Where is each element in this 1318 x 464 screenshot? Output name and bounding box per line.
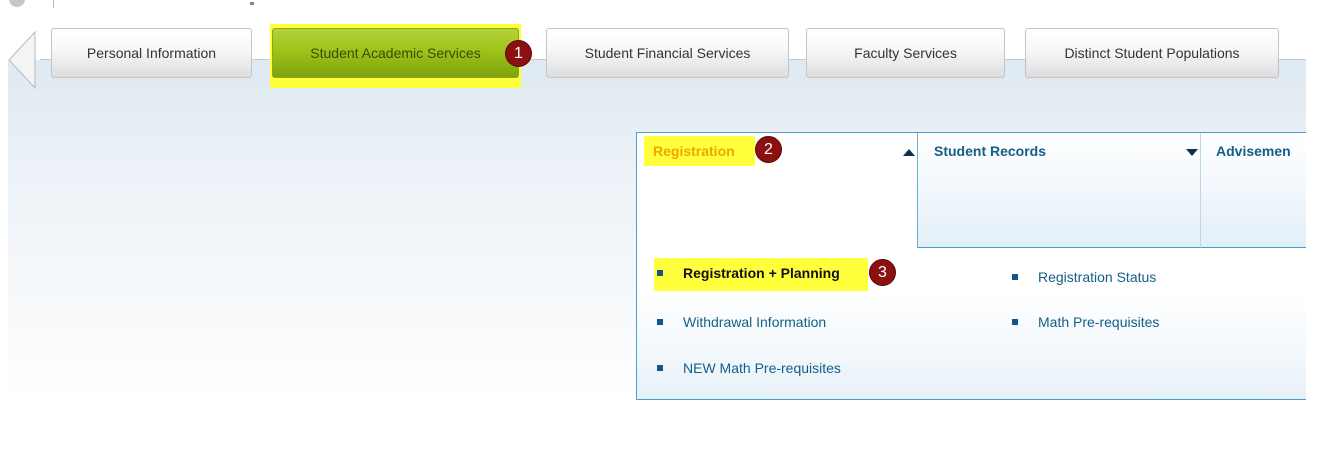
callout-badge-3: 3 — [869, 259, 896, 286]
menu-header-student-records[interactable]: Student Records — [918, 133, 1201, 248]
tab-label: Student Financial Services — [584, 45, 751, 61]
menu-link-withdrawal-information[interactable]: Withdrawal Information — [657, 314, 826, 330]
menu-link-label: Registration Status — [1038, 269, 1157, 285]
callout-badge-2: 2 — [755, 136, 782, 163]
menu-link-label: Withdrawal Information — [683, 314, 827, 330]
tab-personal-information[interactable]: Personal Information — [51, 28, 252, 78]
bullet-icon — [1012, 274, 1018, 280]
bullet-icon — [657, 319, 663, 325]
bullet-icon — [1012, 319, 1018, 325]
menu-link-label: Registration + Planning — [683, 265, 840, 281]
right-margin — [1306, 60, 1318, 464]
truncated-text-fragment — [250, 2, 254, 5]
top-strip — [0, 0, 1318, 14]
menu-link-label: Math Pre-requisites — [1038, 314, 1160, 330]
menu-link-registration-planning[interactable]: Registration + Planning — [657, 265, 840, 281]
tab-label: Student Academic Services — [310, 45, 481, 61]
circle-icon[interactable] — [9, 0, 25, 7]
tab-label: Personal Information — [86, 45, 217, 61]
tab-faculty-services[interactable]: Faculty Services — [806, 28, 1005, 78]
menu-link-math-prerequisites[interactable]: Math Pre-requisites — [1012, 314, 1159, 330]
divider — [53, 0, 54, 8]
caret-up-icon — [903, 149, 915, 156]
caret-down-icon — [1186, 149, 1198, 156]
menu-link-label: NEW Math Pre-requisites — [683, 360, 841, 376]
previous-arrow-icon[interactable] — [8, 31, 38, 89]
menu-header-label: Advisemen — [1216, 143, 1291, 159]
menu-header-advisement[interactable]: Advisemen — [1201, 133, 1318, 248]
bullet-icon — [657, 270, 663, 276]
tab-student-academic-services[interactable]: Student Academic Services — [272, 28, 519, 78]
menu-link-registration-status[interactable]: Registration Status — [1012, 269, 1156, 285]
tab-distinct-student-populations[interactable]: Distinct Student Populations — [1025, 28, 1279, 78]
menu-header-label: Registration — [653, 143, 735, 159]
bullet-icon — [657, 365, 663, 371]
tab-student-financial-services[interactable]: Student Financial Services — [546, 28, 789, 78]
callout-badge-1: 1 — [505, 40, 532, 67]
menu-header-label: Student Records — [934, 143, 1047, 159]
tab-label: Faculty Services — [854, 45, 957, 61]
tab-bar: Personal Information Student Academic Se… — [0, 22, 1318, 92]
menu-link-new-math-prerequisites[interactable]: NEW Math Pre-requisites — [657, 360, 841, 376]
tab-label: Distinct Student Populations — [1064, 45, 1240, 61]
